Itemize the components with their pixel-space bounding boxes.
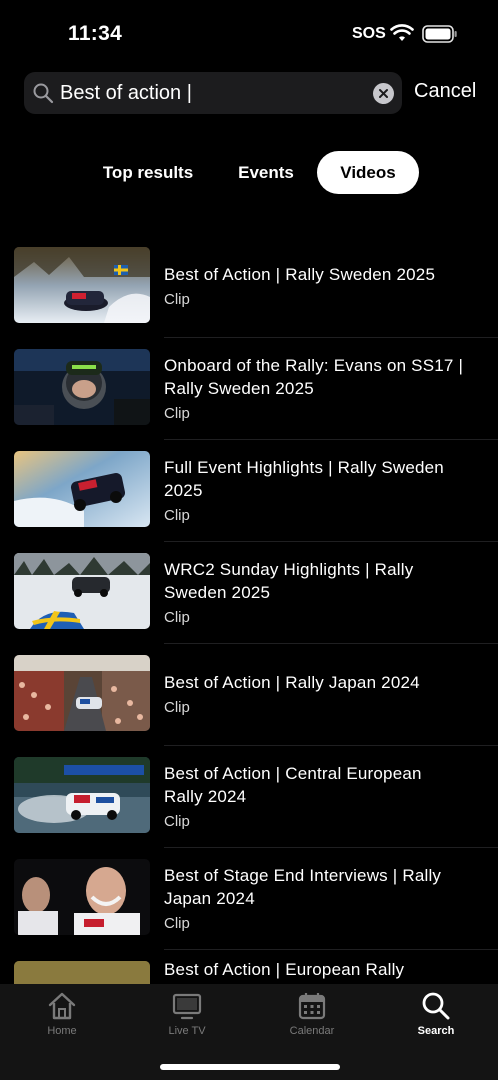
nav-search-label: Search	[417, 1025, 455, 1037]
item-type: Clip	[164, 506, 190, 524]
nav-live-tv-label: Live TV	[168, 1025, 206, 1037]
home-icon	[48, 992, 76, 1020]
nav-live-tv[interactable]: Live TV	[137, 990, 237, 1037]
cancel-button[interactable]: Cancel	[414, 80, 476, 103]
list-item[interactable]: Best of Action | Central European Rally …	[0, 746, 498, 848]
status-time: 11:34	[68, 22, 123, 45]
video-thumbnail	[14, 349, 150, 425]
home-indicator	[160, 1064, 340, 1070]
list-item[interactable]: Best of Action | Rally Japan 2024 Clip	[0, 644, 498, 746]
list-item[interactable]: Best of Action | Rally Sweden 2025 Clip	[0, 236, 498, 338]
tab-videos[interactable]: Videos	[317, 151, 419, 194]
video-thumbnail	[14, 655, 150, 731]
item-type: Clip	[164, 608, 190, 626]
item-type: Clip	[164, 699, 190, 716]
wifi-icon	[390, 24, 414, 41]
video-thumbnail	[14, 859, 150, 935]
item-title: Best of Action | Rally Japan 2024	[164, 673, 420, 692]
calendar-icon	[298, 993, 326, 1020]
clear-search-icon[interactable]	[373, 83, 394, 104]
tv-icon	[172, 993, 202, 1020]
item-title: Best of Stage End Interviews | Rally Jap…	[164, 865, 442, 908]
item-title: Best of Action | Central European Rally …	[164, 763, 422, 806]
list-item[interactable]: WRC2 Sunday Highlights | Rally Sweden 20…	[0, 542, 498, 644]
item-title: Best of Action | European Rally	[164, 960, 405, 979]
tab-top-results[interactable]: Top results	[88, 151, 208, 194]
status-bar: 11:34 SOS	[0, 0, 498, 70]
item-title: Onboard of the Rally: Evans on SS17 | Ra…	[164, 355, 464, 398]
status-sos: SOS	[352, 25, 386, 42]
list-item[interactable]: Onboard of the Rally: Evans on SS17 | Ra…	[0, 338, 498, 440]
close-icon	[379, 89, 388, 98]
nav-calendar-label: Calendar	[289, 1025, 335, 1037]
tab-events[interactable]: Events	[226, 151, 306, 194]
item-title: Full Event Highlights | Rally Sweden 202…	[164, 457, 444, 500]
video-thumbnail	[14, 553, 150, 629]
nav-calendar[interactable]: Calendar	[262, 990, 362, 1037]
video-thumbnail	[14, 757, 150, 833]
video-thumbnail	[14, 451, 150, 527]
results-list: Best of Action | Rally Sweden 2025 Clip …	[0, 236, 498, 1052]
item-title: Best of Action | Rally Sweden 2025	[164, 265, 436, 284]
item-type: Clip	[164, 914, 190, 932]
item-type: Clip	[164, 291, 190, 308]
item-type: Clip	[164, 812, 190, 830]
nav-search[interactable]: Search	[386, 990, 486, 1037]
search-input[interactable]	[60, 78, 360, 108]
item-title: WRC2 Sunday Highlights | Rally Sweden 20…	[164, 559, 414, 602]
video-thumbnail	[14, 247, 150, 323]
item-type: Clip	[164, 404, 190, 422]
battery-icon	[422, 25, 457, 43]
list-item[interactable]: Best of Stage End Interviews | Rally Jap…	[0, 848, 498, 950]
list-item[interactable]: Full Event Highlights | Rally Sweden 202…	[0, 440, 498, 542]
search-icon	[422, 992, 450, 1020]
nav-home-label: Home	[47, 1025, 77, 1037]
search-icon	[33, 83, 54, 104]
nav-home[interactable]: Home	[12, 990, 112, 1037]
